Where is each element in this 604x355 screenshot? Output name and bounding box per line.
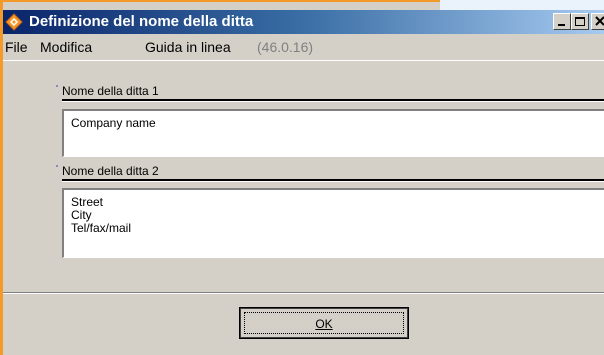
text-line: Street xyxy=(71,195,104,209)
menu-version: (46.0.16) xyxy=(257,39,314,55)
required-marker xyxy=(56,85,58,87)
button-separator xyxy=(3,292,604,294)
menu-bar: File Modifica Guida in linea (46.0.16) xyxy=(3,34,604,61)
menu-file[interactable]: File xyxy=(5,39,28,55)
text-line: City xyxy=(71,208,92,222)
company-name-1-label: Nome della ditta 1 xyxy=(62,84,159,98)
required-marker xyxy=(56,165,58,167)
minimize-button[interactable] xyxy=(553,13,571,30)
company-name-2-label: Nome della ditta 2 xyxy=(62,164,159,178)
window-bottom-edge xyxy=(3,350,604,355)
close-button[interactable] xyxy=(591,13,604,30)
window-accent-top xyxy=(0,0,440,2)
window-title: Definizione del nome della ditta xyxy=(29,13,254,30)
text-line: Tel/fax/mail xyxy=(71,221,132,235)
label-underline xyxy=(62,179,604,182)
company-name-2-input[interactable]: Street City Tel/fax/mail xyxy=(62,188,604,258)
text-line: Company name xyxy=(71,116,156,130)
label-underline xyxy=(62,99,604,102)
ok-button-label: OK xyxy=(315,317,333,331)
menu-guida-in-linea[interactable]: Guida in linea xyxy=(145,39,231,55)
title-bar[interactable]: Definizione del nome della ditta xyxy=(3,10,604,34)
maximize-button[interactable] xyxy=(571,13,589,30)
ok-button[interactable]: OK xyxy=(239,307,409,339)
dialog-window: Definizione del nome della ditta File Mo… xyxy=(0,0,604,355)
company-name-1-input[interactable]: Company name xyxy=(62,109,604,157)
menu-modifica[interactable]: Modifica xyxy=(40,39,92,55)
diamond-logo-icon xyxy=(5,13,23,31)
